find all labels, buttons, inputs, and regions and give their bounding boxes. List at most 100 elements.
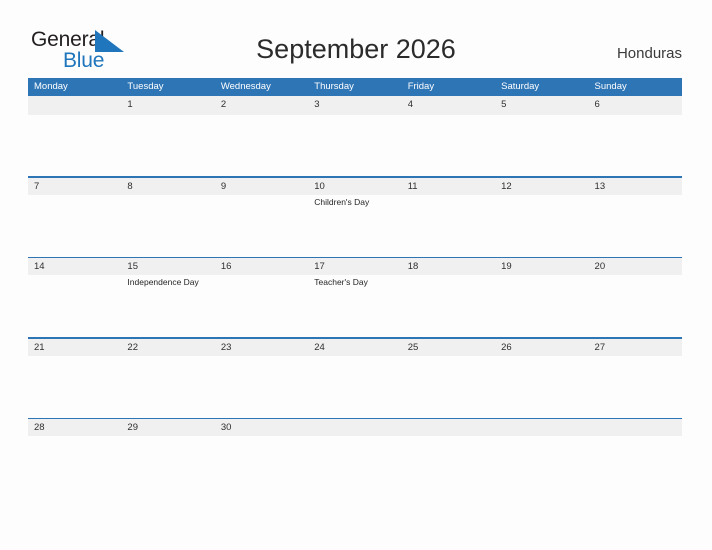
day-cell-events [495,275,588,288]
calendar-week-row: 7 8 9 10 11 12 13 Children's Day [28,176,682,256]
weekday-saturday: Saturday [501,81,540,92]
weekday-sunday: Sunday [594,81,627,92]
day-number[interactable]: 22 [121,339,214,356]
day-cell-events [215,115,308,117]
day-cell-events [589,115,682,117]
weekday-friday: Friday [407,81,435,92]
day-number-empty [28,96,121,115]
day-number[interactable]: 17 [308,258,401,275]
day-cell-events [28,275,121,288]
day-number-empty [495,419,588,436]
day-number[interactable]: 4 [402,96,495,115]
day-cell-events [402,195,495,208]
day-cell-events [215,195,308,208]
day-cell-events [121,115,214,117]
day-number[interactable]: 29 [121,419,214,436]
day-number[interactable]: 18 [402,258,495,275]
day-cell-events [121,436,214,438]
day-number[interactable]: 27 [589,339,682,356]
day-cell-events [308,356,401,358]
holiday-event-label: Children's Day [314,196,370,207]
day-cell-events [589,275,682,288]
day-number[interactable]: 30 [215,419,308,436]
event-band [28,436,682,438]
day-number[interactable]: 10 [308,178,401,195]
holiday-event-label: Independence Day [127,277,199,288]
day-cell-events [402,356,495,358]
day-number[interactable]: 11 [402,178,495,195]
day-cell-events [402,436,495,438]
day-cell-events [589,195,682,208]
day-cell-events [589,356,682,358]
day-cell-events [308,115,401,117]
day-cell-events: Teacher's Day [308,275,401,288]
day-cell-events [308,436,401,438]
weekday-monday: Monday [34,81,68,92]
day-cell-events [121,356,214,358]
date-number-band: 123456 [28,96,682,115]
page-title: September 2026 [256,34,456,64]
weekday-header-row: Monday Tuesday Wednesday Thursday Friday… [28,78,682,96]
date-number-band: 21 22 23 24 25 26 27 [28,338,682,356]
event-band: Independence Day Teacher's Day [28,275,682,288]
day-number[interactable]: 23 [215,339,308,356]
calendar-week-row: 21 22 23 24 25 26 27 [28,337,682,417]
calendar-week-row: 14 15 16 17 18 19 20 Independence Day Teacher's … [28,256,682,337]
day-number[interactable]: 5 [495,96,588,115]
day-cell-events [402,115,495,117]
day-cell-events [495,356,588,358]
day-number[interactable]: 13 [589,178,682,195]
day-number[interactable]: 1 [121,96,214,115]
day-number[interactable]: 9 [215,178,308,195]
day-number[interactable]: 2 [215,96,308,115]
calendar-weeks: 1 2 3 4 5 6 7 8 9 10 11 12 13 Children's Day 14 15 16 17 1… [28,96,682,498]
day-number-empty [589,419,682,436]
day-cell-events [495,115,588,117]
day-number[interactable]: 28 [28,419,121,436]
day-number[interactable]: 6 [589,96,682,115]
day-cell-events [28,436,121,438]
day-number[interactable]: 12 [495,178,588,195]
day-cell-events [28,356,121,358]
date-number-band: 14 15 16 17 18 19 20 [28,258,682,276]
day-number[interactable]: 15 [121,258,214,275]
day-number[interactable]: 21 [28,339,121,356]
day-number-empty [402,419,495,436]
date-number-band: 7 8 9 10 11 12 13 [28,177,682,195]
day-cell-events [589,436,682,438]
day-cell-events [121,195,214,208]
calendar-grid: Monday Tuesday Wednesday Thursday Friday… [28,78,682,498]
day-cell-events [495,195,588,208]
calendar-week-row: 123456 [28,96,682,176]
event-band [28,356,682,358]
weekday-wednesday: Wednesday [220,81,271,92]
day-number[interactable]: 14 [28,258,121,275]
day-number[interactable]: 19 [495,258,588,275]
page-header: General Blue September 2026 Honduras [0,0,712,78]
day-number[interactable]: 16 [215,258,308,275]
day-cell-events [215,356,308,358]
day-cell-events [215,436,308,438]
day-number[interactable]: 20 [589,258,682,275]
day-number[interactable]: 26 [495,339,588,356]
day-number[interactable]: 8 [121,178,214,195]
date-number-band: 28 29 30 [28,419,682,437]
day-number[interactable]: 25 [402,339,495,356]
day-cell-events [215,275,308,288]
day-cell-events [28,115,121,117]
weekday-thursday: Thursday [314,81,354,92]
holiday-event-label: Teacher's Day [314,277,368,288]
day-number[interactable]: 24 [308,339,401,356]
day-number[interactable]: 3 [308,96,401,115]
day-cell-events [402,275,495,288]
event-band [28,115,682,117]
day-number[interactable]: 7 [28,178,121,195]
event-band: Children's Day [28,195,682,208]
calendar-week-row: 28 29 30 [28,417,682,498]
day-cell-events: Independence Day [121,275,214,288]
day-number-empty [308,419,401,436]
country-label: Honduras [616,45,682,62]
day-cell-events [495,436,588,438]
day-cell-events: Children's Day [308,195,401,208]
weekday-tuesday: Tuesday [127,81,164,92]
